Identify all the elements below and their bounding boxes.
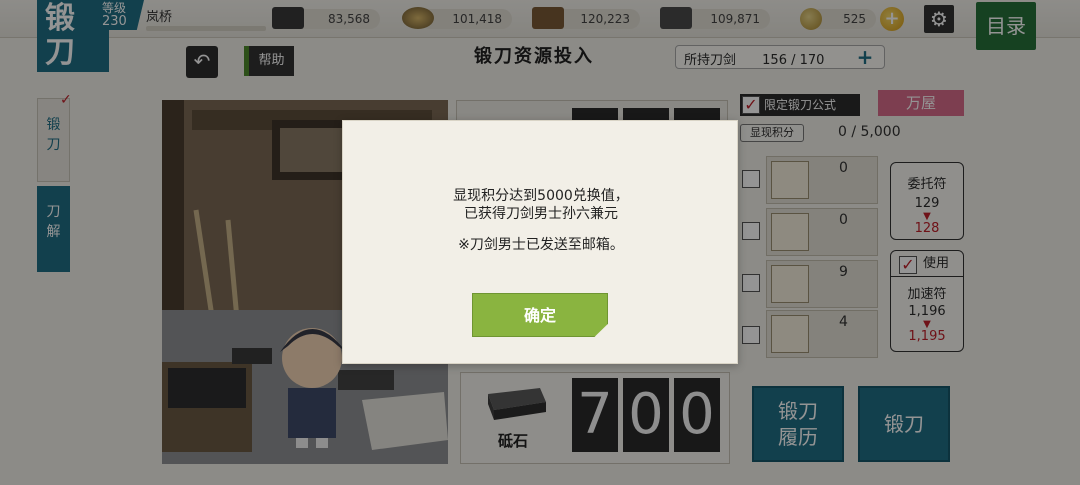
confirm-button[interactable]: 确定 (472, 293, 608, 337)
dialog-message-line-1: 显现积分达到5000兑换值， (453, 188, 629, 204)
dialog-message-line-2: 已获得刀剑男士孙六兼元 (464, 206, 618, 222)
dialog-message-line-3: ※刀剑男士已发送至邮箱。 (458, 237, 624, 253)
